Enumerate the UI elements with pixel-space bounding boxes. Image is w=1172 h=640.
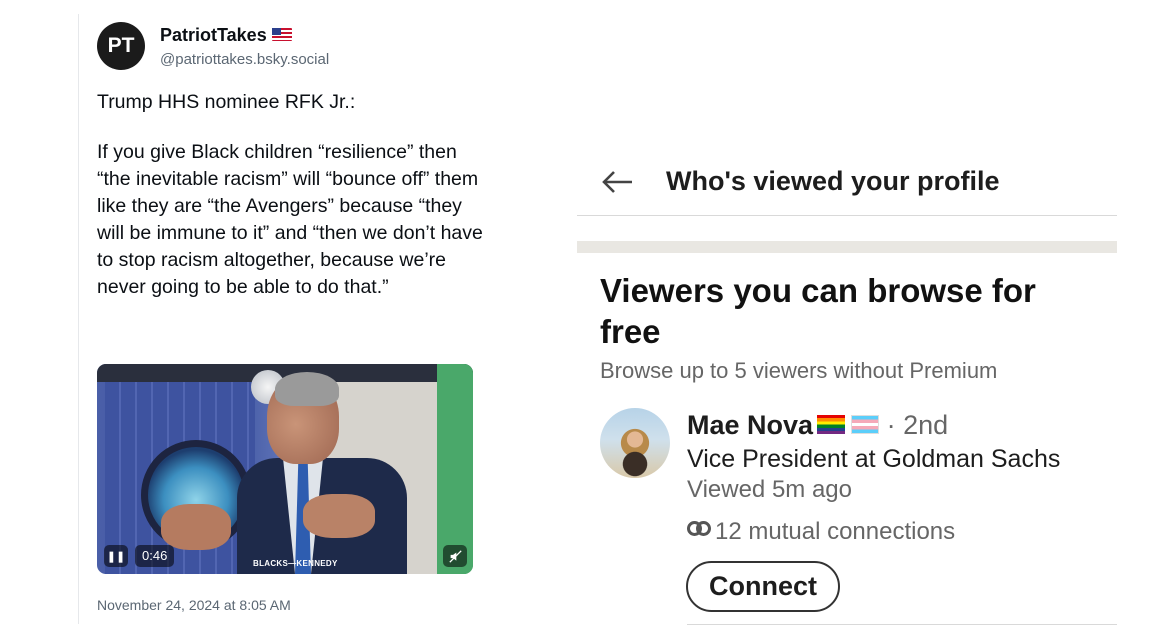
mutual-connections-text[interactable]: 12 mutual connections [715,518,955,545]
video-green-wall [437,364,473,574]
page-title: Who's viewed your profile [666,166,1000,196]
connection-degree: · 2nd [886,410,949,440]
section-heading: Viewers you can browse for free [600,272,1036,350]
viewed-time: Viewed 5m ago [687,476,852,503]
pride-flag-icon [817,415,846,434]
mutual-circle-right [696,521,711,536]
viewer-name[interactable]: Mae Nova [687,410,813,440]
video-caption: BLACKS—KENNEDY [253,559,338,568]
list-divider [687,624,1117,625]
section-subtitle: Browse up to 5 viewers without Premium [600,358,998,383]
section-band [577,241,1117,253]
post-text: Trump HHS nominee RFK Jr.: If you give B… [97,89,487,301]
post-author-handle[interactable]: @patriottakes.bsky.social [160,51,329,68]
connect-button[interactable]: Connect [686,561,840,612]
video-speaker-hand-right [303,494,375,538]
post-text-lead: Trump HHS nominee RFK Jr.: [97,91,356,113]
transgender-flag-icon [851,415,880,434]
avatar[interactable]: PT [97,22,145,70]
bluesky-post: PT PatriotTakes @patriottakes.bsky.socia… [0,0,498,640]
video-player[interactable]: BLACKS—KENNEDY [97,364,473,574]
post-timestamp[interactable]: November 24, 2024 at 8:05 AM [97,597,291,613]
mutual-connections[interactable]: 12 mutual connections [687,518,955,546]
pause-icon[interactable]: ❚❚ [104,545,128,567]
header-divider [577,215,1117,216]
video-speaker-hand-left [161,504,231,550]
post-author-name[interactable]: PatriotTakes [160,25,292,46]
video-speaker-hair [275,372,339,406]
viewer-headline: Vice President at Goldman Sachs [687,445,1061,473]
muted-speaker-icon[interactable] [443,545,467,567]
author-name-text[interactable]: PatriotTakes [160,25,267,45]
back-arrow-icon[interactable] [600,164,636,200]
video-duration: 0:46 [135,545,175,567]
mutual-connections-icon [687,521,713,537]
viewer-avatar[interactable] [600,408,670,478]
us-flag-icon [271,28,292,41]
viewer-name-line[interactable]: Mae Nova · 2nd [687,410,948,441]
muted-speaker-svg [448,549,462,563]
post-text-body: If you give Black children “resilience” … [97,141,483,298]
post-divider [78,14,79,624]
